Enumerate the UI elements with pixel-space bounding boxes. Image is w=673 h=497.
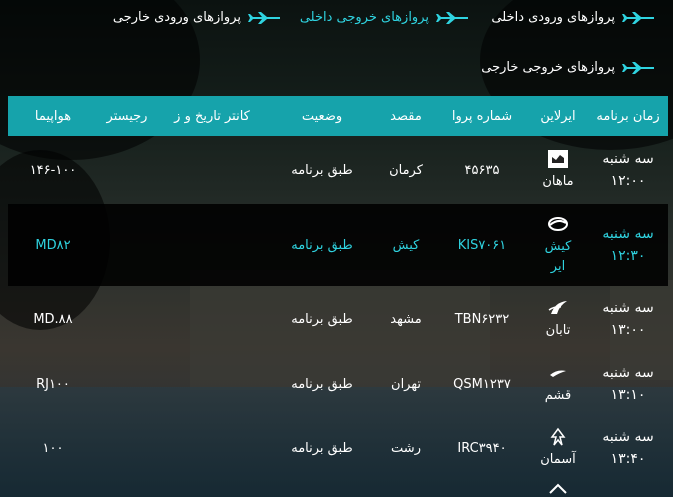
airline-cell: قشم [528, 362, 588, 406]
header-airline[interactable]: ایرلاین [528, 109, 588, 124]
time-cell: سه شنبه ۱۳:۱۰ [588, 362, 668, 406]
airline-name: تابان [545, 323, 571, 338]
header-counter-date[interactable]: کانتر تاریخ و ز [156, 109, 268, 124]
tab-label: پروازهای ورودی داخلی [491, 10, 615, 25]
time-text: ۱۳:۰۰ [610, 322, 646, 338]
tab-international-arrivals[interactable]: پروازهای ورودی خارجی [113, 10, 281, 25]
table-row[interactable]: سه شنبه ۱۳:۱۰ قشم QSM۱۲۳۷ تهران طبق برنا… [8, 352, 668, 416]
aseman-logo-icon [546, 426, 570, 448]
airline-name: آسمان [540, 452, 576, 467]
aircraft: MD۸۲ [35, 237, 71, 253]
airline-name: کیش ایر [544, 239, 572, 274]
time-text: ۱۳:۴۰ [610, 451, 646, 467]
table-header: زمان برنامه ایرلاین شماره پروا مقصد وضعی… [8, 96, 668, 136]
table-row[interactable] [8, 480, 668, 497]
aircraft: ۱۰۰ [42, 440, 64, 456]
time-cell: سه شنبه ۱۲:۰۰ [588, 148, 668, 192]
airline-logo-icon [546, 480, 570, 497]
day-text: سه شنبه [602, 151, 654, 167]
day-text: سه شنبه [602, 300, 654, 316]
day-text: سه شنبه [602, 226, 654, 242]
header-aircraft[interactable]: هواپیما [8, 109, 98, 124]
time-cell: سه شنبه ۱۲:۳۰ [588, 223, 668, 267]
status: طبق برنامه [291, 237, 353, 253]
airline-cell: آسمان [528, 426, 588, 470]
tab-domestic-arrivals[interactable]: پروازهای ورودی داخلی [491, 10, 655, 25]
day-text: سه شنبه [602, 429, 654, 445]
tab-label: پروازهای خروجی خارجی [481, 60, 615, 75]
table-row[interactable]: سه شنبه ۱۲:۳۰ کیش ایر KIS۷۰۶۱ کیش طبق بر… [8, 204, 668, 286]
aircraft: RJ۱۰۰ [36, 376, 70, 392]
airline-cell: کیش ایر [528, 213, 588, 277]
flight-number: ۴۵۶۳۵ [464, 162, 500, 178]
flight-number: QSM۱۲۳۷ [453, 376, 511, 392]
flights-table: زمان برنامه ایرلاین شماره پروا مقصد وضعی… [8, 96, 668, 497]
airline-cell: تابان [528, 297, 588, 341]
aircraft: MD.۸۸ [33, 311, 73, 327]
kish-air-logo-icon [546, 213, 570, 235]
day-text: سه شنبه [602, 365, 654, 381]
airline-name: قشم [544, 388, 572, 403]
taban-logo-icon [546, 297, 570, 319]
tab-label: پروازهای ورودی خارجی [112, 10, 241, 25]
destination: کرمان [389, 162, 423, 178]
status: طبق برنامه [291, 311, 353, 327]
header-destination[interactable]: مقصد [376, 109, 436, 124]
time-cell: سه شنبه ۱۳:۰۰ [588, 297, 668, 341]
aircraft: ۱۴۶-۱۰۰ [29, 162, 77, 178]
mahan-logo-icon [546, 148, 570, 170]
destination: کیش [392, 237, 420, 253]
plane-icon [621, 11, 655, 25]
header-status[interactable]: وضعیت [268, 109, 376, 124]
qeshm-logo-icon [546, 362, 570, 384]
status: طبق برنامه [291, 162, 353, 178]
airline-cell: ماهان [528, 148, 588, 192]
tab-label: پروازهای خروجی داخلی [299, 10, 429, 25]
header-time[interactable]: زمان برنامه [588, 109, 668, 124]
destination: مشهد [390, 311, 422, 327]
header-flight-number[interactable]: شماره پروا [436, 109, 528, 124]
destination: تهران [391, 376, 421, 392]
time-text: ۱۲:۳۰ [610, 248, 646, 264]
airline-name: ماهان [542, 174, 574, 189]
airline-cell [528, 480, 588, 497]
tab-domestic-departures[interactable]: پروازهای خروجی داخلی [300, 10, 469, 25]
plane-icon [435, 11, 469, 25]
status: طبق برنامه [291, 376, 353, 392]
status: طبق برنامه [291, 440, 353, 456]
plane-icon [621, 61, 655, 75]
plane-icon [247, 11, 281, 25]
table-row[interactable]: سه شنبه ۱۳:۰۰ تابان TBN۶۲۳۲ مشهد طبق برن… [8, 286, 668, 352]
flight-tabs: پروازهای ورودی داخلی پروازهای خروجی داخل… [0, 0, 673, 96]
time-text: ۱۲:۰۰ [610, 173, 646, 189]
destination: رشت [391, 440, 421, 456]
time-text: ۱۳:۱۰ [610, 387, 646, 403]
flight-number: TBN۶۲۳۲ [454, 311, 510, 327]
table-row[interactable]: سه شنبه ۱۲:۰۰ ماهان ۴۵۶۳۵ کرمان طبق برنا… [8, 136, 668, 204]
tab-international-departures[interactable]: پروازهای خروجی خارجی [481, 60, 655, 75]
time-cell: سه شنبه ۱۳:۴۰ [588, 426, 668, 470]
flight-number: IRC۳۹۴۰ [457, 440, 507, 456]
header-register[interactable]: رجیستر [98, 109, 156, 124]
flight-number: KIS۷۰۶۱ [457, 237, 507, 253]
table-row[interactable]: سه شنبه ۱۳:۴۰ آسمان IRC۳۹۴۰ رشت طبق برنا… [8, 416, 668, 480]
